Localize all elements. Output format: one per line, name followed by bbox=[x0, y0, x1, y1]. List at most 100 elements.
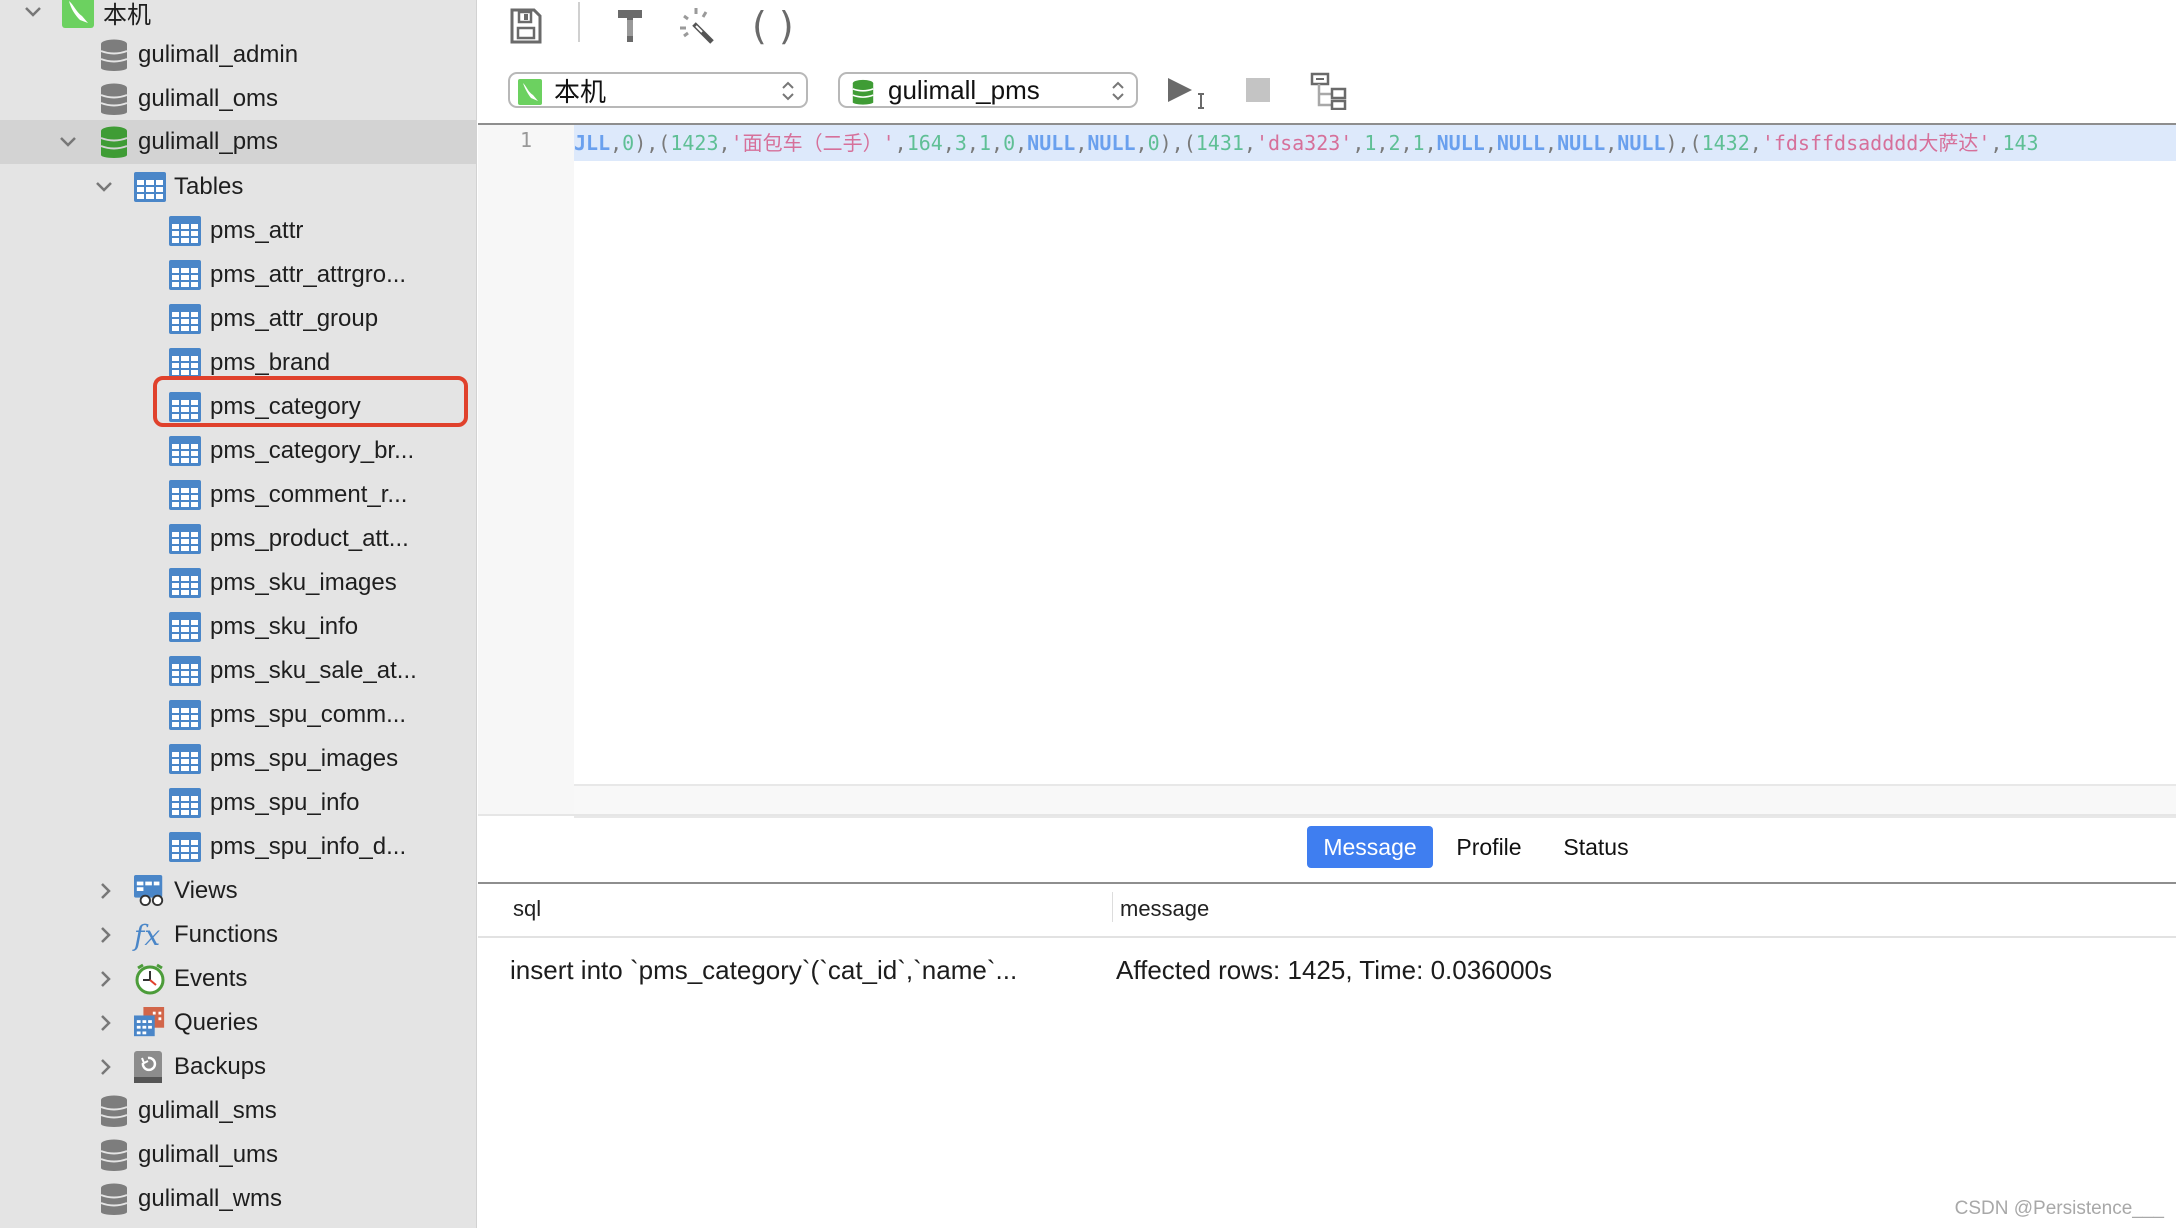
sql-token-kw: NULL bbox=[1027, 131, 1076, 155]
group-label: Views bbox=[174, 877, 238, 904]
connection-label: 本机 bbox=[103, 1, 151, 29]
table-icon bbox=[169, 611, 201, 643]
events-clock-icon bbox=[134, 963, 166, 995]
tree-item-table[interactable]: pms_comment_r... bbox=[0, 473, 476, 517]
updown-chevron-icon bbox=[780, 78, 796, 111]
tree-item-queries[interactable]: Queries bbox=[0, 1001, 476, 1045]
sql-token-p: , bbox=[1605, 131, 1618, 155]
magic-wand-icon[interactable] bbox=[678, 6, 718, 51]
group-label: Queries bbox=[174, 1009, 259, 1036]
sql-token-p: , bbox=[610, 131, 623, 155]
database-active-icon bbox=[852, 78, 874, 113]
results-row-border bbox=[478, 936, 2176, 938]
table-label: pms_category_br... bbox=[210, 437, 415, 464]
table-icon bbox=[169, 567, 201, 599]
editor-horizontal-scrollbar[interactable] bbox=[574, 784, 2176, 818]
database-label: gulimall_ums bbox=[138, 1141, 279, 1168]
sql-token-num: 0 bbox=[1147, 131, 1160, 155]
table-icon bbox=[169, 743, 201, 775]
tree-item-events[interactable]: Events bbox=[0, 957, 476, 1001]
sql-token-num: 1432 bbox=[1701, 131, 1750, 155]
sql-token-p: ),( bbox=[1159, 131, 1196, 155]
tree-item-database[interactable]: gulimall_sms bbox=[0, 1089, 476, 1133]
sql-token-num: 1 bbox=[1412, 131, 1425, 155]
chevron-right-icon[interactable] bbox=[95, 924, 117, 946]
tree-item-table[interactable]: pms_sku_images bbox=[0, 561, 476, 605]
run-icon[interactable] bbox=[1166, 76, 1212, 115]
chevron-right-icon[interactable] bbox=[95, 968, 117, 990]
explain-tree-icon[interactable] bbox=[1310, 72, 1348, 115]
sql-token-p: , bbox=[1243, 131, 1256, 155]
sql-token-num: 3 bbox=[954, 131, 967, 155]
database-select-value: gulimall_pms bbox=[888, 74, 1040, 105]
functions-icon: fx bbox=[134, 918, 161, 952]
editor-results-divider bbox=[478, 814, 2176, 816]
table-icon bbox=[169, 215, 201, 247]
views-icon bbox=[134, 875, 166, 907]
parentheses-icon[interactable]: ( ) bbox=[752, 4, 794, 48]
tree-item-active-database[interactable]: gulimall_pms bbox=[0, 120, 476, 164]
tree-item-backups[interactable]: Backups bbox=[0, 1045, 476, 1089]
database-label: gulimall_sms bbox=[138, 1097, 277, 1124]
tree-item-database[interactable]: gulimall_wms bbox=[0, 1177, 476, 1221]
save-icon[interactable] bbox=[510, 8, 542, 49]
tables-group-label: Tables bbox=[174, 173, 244, 200]
tree-item-table[interactable]: pms_sku_sale_at... bbox=[0, 649, 476, 693]
tree-item-table[interactable]: pms_attr bbox=[0, 209, 476, 253]
updown-chevron-icon bbox=[1110, 78, 1126, 111]
table-label: pms_spu_comm... bbox=[210, 701, 407, 728]
tree-item-table[interactable]: pms_spu_info bbox=[0, 781, 476, 825]
chevron-down-icon[interactable] bbox=[22, 1, 44, 23]
tree-item-views[interactable]: Views bbox=[0, 869, 476, 913]
sql-token-p: , bbox=[1424, 131, 1437, 155]
tree-item-table[interactable]: pms_attr_group bbox=[0, 297, 476, 341]
tree-item-functions[interactable]: fx Functions bbox=[0, 913, 476, 957]
sql-token-kw: NULL bbox=[1496, 131, 1546, 155]
tree-item-tables-group[interactable]: Tables bbox=[0, 165, 476, 209]
sql-token-num: 0 bbox=[1003, 131, 1016, 155]
chevron-down-icon[interactable] bbox=[57, 131, 79, 153]
column-header-sql[interactable]: sql bbox=[513, 896, 541, 922]
tree-item-table[interactable]: pms_spu_comm... bbox=[0, 693, 476, 737]
tree-item-database[interactable]: gulimall_oms bbox=[0, 77, 476, 121]
chevron-right-icon[interactable] bbox=[95, 880, 117, 902]
tab-message[interactable]: Message bbox=[1307, 826, 1433, 868]
database-icon bbox=[100, 39, 132, 71]
tab-profile[interactable]: Profile bbox=[1444, 826, 1534, 868]
tree-item-table[interactable]: pms_spu_images bbox=[0, 737, 476, 781]
database-label: gulimall_wms bbox=[138, 1185, 283, 1212]
tree-item-table[interactable]: pms_product_att... bbox=[0, 517, 476, 561]
tab-status[interactable]: Status bbox=[1548, 826, 1644, 868]
column-header-message[interactable]: message bbox=[1120, 896, 1209, 922]
database-select[interactable]: gulimall_pms bbox=[838, 72, 1138, 108]
chevron-down-icon[interactable] bbox=[93, 176, 115, 198]
sql-token-p: , bbox=[1990, 131, 2003, 155]
sql-token-kw: NULL bbox=[1436, 131, 1485, 155]
tree-item-table[interactable]: pms_category_br... bbox=[0, 429, 476, 473]
tree-item-database[interactable]: gulimall_admin bbox=[0, 33, 476, 77]
chevron-right-icon[interactable] bbox=[95, 1056, 117, 1078]
line-number: 1 bbox=[520, 128, 533, 152]
stop-icon[interactable] bbox=[1246, 78, 1270, 102]
tree-item-table[interactable]: pms_sku_info bbox=[0, 605, 476, 649]
chevron-right-icon[interactable] bbox=[95, 1012, 117, 1034]
sql-token-kw: NULL bbox=[1087, 131, 1136, 155]
sql-editor-line[interactable]: JLL,0),(1423,'面包车（二手）',164,3,1,0,NULL,NU… bbox=[574, 125, 2176, 161]
sql-token-num: 143 bbox=[2002, 131, 2039, 155]
table-icon bbox=[169, 831, 201, 863]
tree-item-table[interactable]: pms_attr_attrgro... bbox=[0, 253, 476, 297]
tree-item-connection[interactable]: 本机 bbox=[0, 0, 476, 34]
sql-token-p: , bbox=[1075, 131, 1088, 155]
connection-select[interactable]: 本机 bbox=[508, 72, 808, 108]
sql-token-p: , bbox=[1015, 131, 1028, 155]
navigator-sidebar: 本机 gulimall_admin gulimall_oms gulimall_… bbox=[0, 0, 477, 1228]
tree-item-database[interactable]: gulimall_ums bbox=[0, 1133, 476, 1177]
table-icon bbox=[169, 435, 201, 467]
table-icon bbox=[169, 787, 201, 819]
tree-item-table[interactable]: pms_spu_info_d... bbox=[0, 825, 476, 869]
column-separator[interactable] bbox=[1112, 892, 1113, 922]
sql-token-num: 0 bbox=[622, 131, 635, 155]
build-hammer-icon[interactable] bbox=[614, 8, 646, 49]
sql-token-p: , bbox=[718, 131, 731, 155]
database-icon bbox=[100, 83, 132, 115]
